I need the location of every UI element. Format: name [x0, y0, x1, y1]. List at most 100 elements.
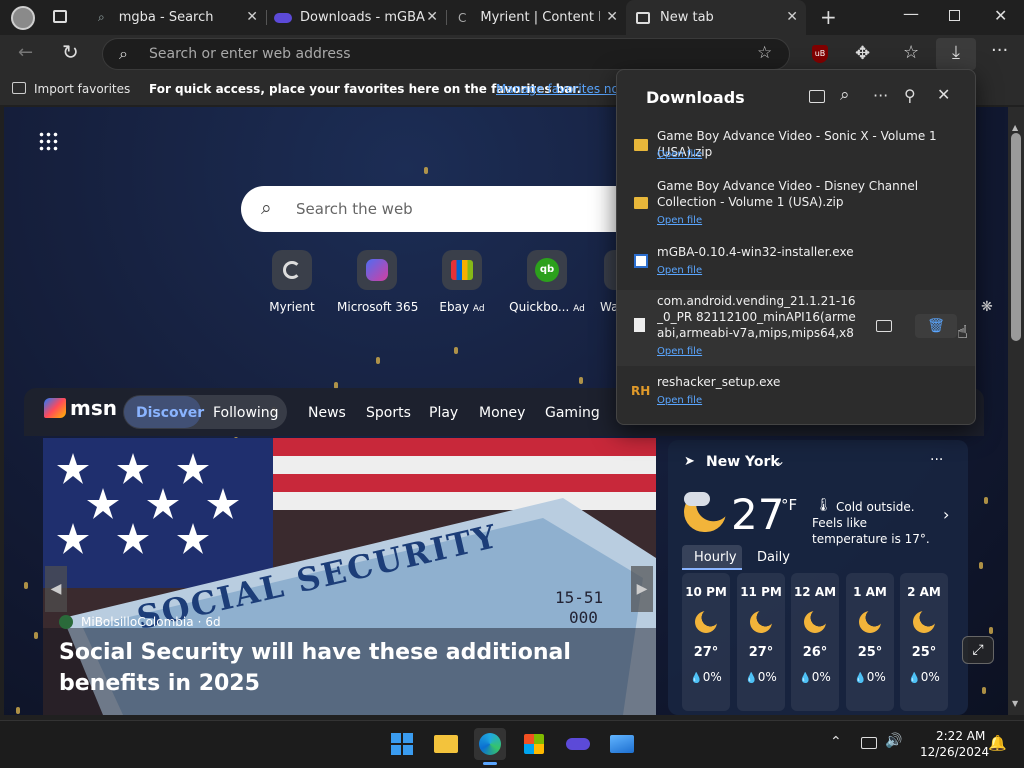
quicklink-myrient[interactable]: Myrient: [252, 250, 332, 314]
quicklink-label: Myrient: [269, 300, 315, 314]
clock-time[interactable]: 2:22 AM: [936, 729, 985, 743]
tab-downloads-mgba[interactable]: Downloads - mGBA ✕: [266, 0, 446, 35]
clock-date[interactable]: 12/26/2024: [920, 745, 989, 759]
customize-icon[interactable]: ❋: [981, 299, 993, 315]
weather-more-icon[interactable]: ···: [930, 452, 943, 468]
download-item[interactable]: Game Boy Advance Video - Disney Channel …: [617, 175, 975, 237]
new-tab-button[interactable]: +: [820, 5, 837, 29]
microsoft-store-icon[interactable]: [518, 728, 550, 760]
volume-icon[interactable]: 🔊: [885, 733, 902, 749]
minimize-button[interactable]: —: [903, 4, 919, 23]
hour-column: 10 PM 27° 💧0%: [682, 573, 730, 711]
hour-precip: 0%: [811, 670, 831, 684]
download-item[interactable]: Game Boy Advance Video - Sonic X - Volum…: [617, 125, 975, 171]
show-in-folder-icon[interactable]: [876, 320, 892, 332]
restore-button[interactable]: [949, 10, 960, 21]
download-item[interactable]: com.android.vending_21.1.21-16_0_PR 8211…: [617, 290, 975, 366]
close-tab-icon[interactable]: ✕: [426, 9, 438, 25]
tab-actions-icon[interactable]: [53, 10, 67, 23]
moon-cloud-icon: [913, 611, 935, 633]
close-icon[interactable]: ✕: [937, 85, 950, 104]
manage-favorites-link[interactable]: Manage favorites now: [496, 82, 629, 96]
download-item[interactable]: mGBA-0.10.4-win32-installer.exe Open fil…: [617, 241, 975, 287]
open-file-link[interactable]: Open file: [657, 215, 702, 226]
mgba-taskbar-icon[interactable]: [562, 728, 594, 760]
tab-myrient[interactable]: C Myrient | Content Listi ✕: [446, 0, 626, 35]
refresh-button[interactable]: ↻: [62, 40, 79, 64]
hour-column: 2 AM 25° 💧0%: [900, 573, 948, 711]
raindrop-icon: 💧: [908, 673, 921, 684]
photos-icon[interactable]: [606, 728, 638, 760]
nav-news[interactable]: News: [308, 405, 346, 421]
scroll-down-icon[interactable]: ▼: [1012, 699, 1018, 708]
search-icon: ⌕: [98, 10, 105, 24]
search-icon[interactable]: ⌕: [840, 85, 850, 105]
notification-bell-icon[interactable]: 🔔: [988, 734, 1007, 752]
scroll-up-icon[interactable]: ▲: [1012, 123, 1018, 132]
profile-avatar[interactable]: [11, 6, 35, 30]
open-folder-icon[interactable]: [809, 90, 825, 103]
nav-gaming[interactable]: Gaming: [545, 405, 600, 421]
quicklink-microsoft-365[interactable]: Microsoft 365: [337, 250, 418, 314]
pin-icon[interactable]: ⚲: [904, 86, 916, 105]
close-tab-icon[interactable]: ✕: [606, 9, 618, 25]
download-item[interactable]: RH reshacker_setup.exe Open file: [617, 371, 975, 417]
favorite-star-icon[interactable]: ☆: [757, 43, 772, 63]
chevron-down-icon[interactable]: ⌄: [775, 454, 785, 468]
next-arrow-button[interactable]: ▶: [631, 566, 653, 612]
downloads-panel: Downloads ⌕ ··· ⚲ ✕ Game Boy Advance Vid…: [616, 69, 976, 425]
web-search-box[interactable]: ⌕ Search the web: [241, 186, 661, 232]
tab-daily[interactable]: Daily: [757, 550, 790, 565]
raindrop-icon: 💧: [745, 673, 758, 684]
tab-new-tab[interactable]: New tab ✕: [626, 0, 806, 35]
favorites-icon[interactable]: ☆: [903, 42, 919, 63]
chevron-right-icon[interactable]: ›: [943, 505, 949, 524]
edge-taskbar-icon[interactable]: [474, 728, 506, 760]
open-file-link[interactable]: Open file: [657, 346, 702, 357]
tab-mgba-search[interactable]: ⌕ mgba - Search ✕: [86, 0, 266, 35]
ad-badge: Ad: [472, 304, 485, 314]
nav-play[interactable]: Play: [429, 405, 458, 421]
delete-button[interactable]: 🗑: [915, 314, 957, 338]
page-scrollbar[interactable]: ▲ ▼: [1008, 107, 1024, 715]
weather-unit: °F: [781, 496, 798, 514]
file-explorer-icon[interactable]: [430, 728, 462, 760]
tab-title: New tab: [660, 10, 714, 25]
weather-city[interactable]: New York: [706, 454, 780, 470]
tray-chevron-icon[interactable]: ⌃: [830, 734, 842, 750]
import-favorites-button[interactable]: Import favorites: [34, 82, 130, 96]
ublock-extension-icon[interactable]: uB: [812, 45, 828, 63]
extensions-icon[interactable]: ✥: [855, 43, 870, 64]
open-file-link[interactable]: Open file: [657, 149, 702, 160]
apps-grid-icon[interactable]: [38, 131, 58, 151]
settings-more-icon[interactable]: ···: [991, 40, 1008, 61]
nav-money[interactable]: Money: [479, 405, 525, 421]
quicklink-ebay[interactable]: Ebay Ad: [422, 250, 502, 314]
msn-logo[interactable]: msn: [44, 396, 117, 420]
hero-article[interactable]: SOCIAL SECURITY 15-51 000 MiBolsilloColo…: [43, 438, 656, 715]
prev-arrow-button[interactable]: ◀: [45, 566, 67, 612]
open-file-link[interactable]: Open file: [657, 395, 702, 406]
more-options-icon[interactable]: ···: [873, 86, 888, 105]
nav-sports[interactable]: Sports: [366, 405, 411, 421]
msn-butterfly-icon: [44, 398, 66, 418]
back-button[interactable]: ←: [18, 42, 33, 63]
address-placeholder: Search or enter web address: [149, 46, 351, 62]
network-icon[interactable]: [861, 737, 877, 749]
tab-following[interactable]: Following: [213, 405, 279, 421]
address-bar[interactable]: ⌕ Search or enter web address ☆: [102, 38, 790, 70]
article-headline[interactable]: Social Security will have these addition…: [59, 637, 639, 699]
hour-column: 11 PM 27° 💧0%: [737, 573, 785, 711]
close-tab-icon[interactable]: ✕: [786, 9, 798, 25]
scroll-thumb[interactable]: [1011, 133, 1021, 341]
hour-time: 1 AM: [853, 585, 887, 599]
open-file-link[interactable]: Open file: [657, 265, 702, 276]
close-tab-icon[interactable]: ✕: [246, 9, 258, 25]
download-filename: com.android.vending_21.1.21-16_0_PR 8211…: [657, 294, 856, 340]
expand-icon[interactable]: ⤢: [962, 636, 994, 664]
start-button[interactable]: [386, 728, 418, 760]
downloads-button[interactable]: ⤓: [936, 38, 976, 70]
quicklink-quickbooks[interactable]: qb Quickbo... Ad: [507, 250, 587, 314]
close-window-button[interactable]: ✕: [994, 6, 1007, 25]
quicklink-wa[interactable]: Wa: [592, 250, 616, 314]
